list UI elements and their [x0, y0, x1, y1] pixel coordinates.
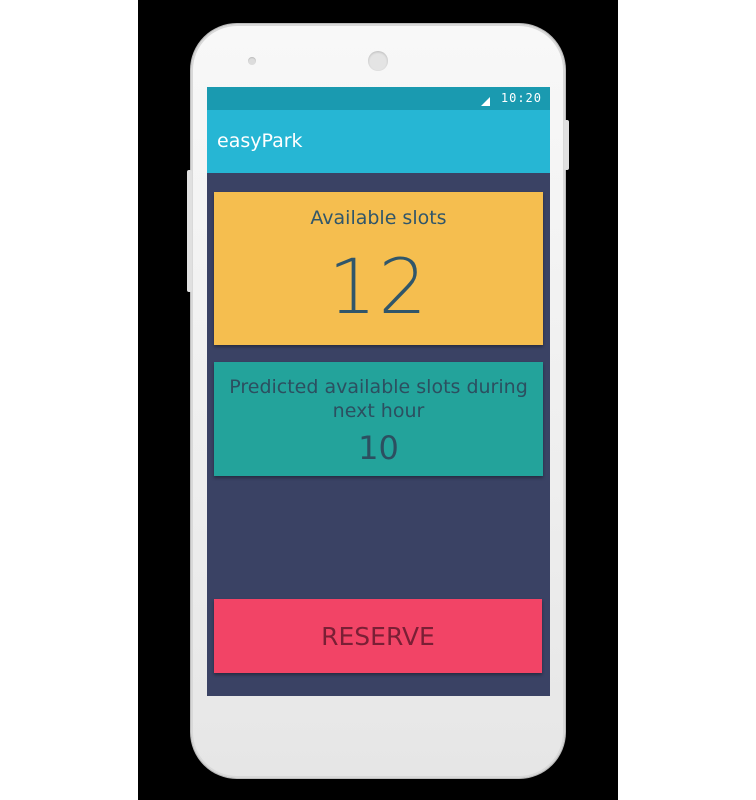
predicted-slots-value: 10 — [358, 429, 399, 467]
app-bar: easyPark — [207, 110, 550, 173]
power-button — [564, 120, 569, 170]
reserve-button[interactable]: RESERVE — [214, 599, 542, 673]
predicted-slots-label: Predicted available slots during next ho… — [229, 376, 528, 422]
status-bar: 10:20 — [207, 87, 550, 110]
signal-icon — [481, 97, 490, 106]
available-slots-label: Available slots — [310, 207, 447, 229]
available-slots-value: 12 — [328, 242, 429, 331]
predicted-slots-card: Predicted available slots during next ho… — [214, 362, 543, 476]
app-title: easyPark — [217, 130, 303, 152]
sensor-dot — [248, 57, 256, 65]
available-slots-card: Available slots 12 — [214, 192, 543, 345]
front-camera — [368, 51, 388, 71]
status-time: 10:20 — [500, 91, 542, 105]
app-screen: 10:20 easyPark Available slots 12 Predic… — [207, 87, 550, 696]
volume-button — [187, 170, 192, 292]
